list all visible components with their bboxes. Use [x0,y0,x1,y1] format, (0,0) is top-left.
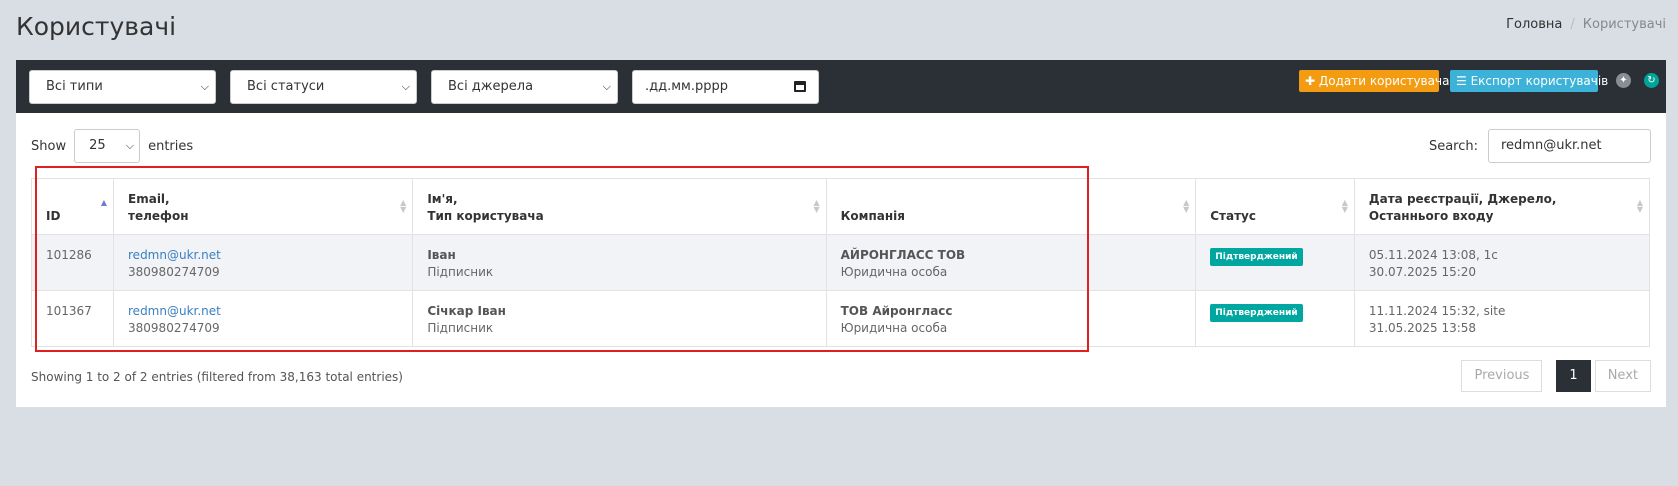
list-icon: ☰ [1456,74,1467,88]
registered-date: 11.11.2024 15:32, site [1368,304,1506,318]
entries-length-value: 25 [89,138,106,153]
company-name: АЙРОНГЛАСС ТОВ [840,248,966,262]
export-users-label: Експорт користувачів [1470,74,1609,88]
export-users-button[interactable]: ☰ Експорт користувачів [1450,70,1608,92]
phone-text: 380980274709 [128,265,220,279]
chevron-down-icon: ⌵ [401,80,410,93]
breadcrumb-current: Користувачі [1582,17,1666,32]
type-filter-select[interactable]: Всі типи ⌵ [29,70,216,104]
refresh-icon[interactable]: ↻ [1644,73,1659,88]
column-header-label: Дата реєстрації, Джерело, [1368,192,1557,206]
column-header-label: Email, [128,192,170,206]
table-header-row: ID ▲ Email, телефон ▲ ▼ Ім'я, Тип користу… [30,178,1651,235]
breadcrumb-separator: / [1570,17,1575,32]
source-filter-select[interactable]: Всі джерела ⌵ [431,70,618,104]
cell-id: 101286 [30,234,115,291]
sort-asc-icon: ▲ [100,198,108,207]
sort-icon: ▲ ▼ [1341,198,1348,214]
entries-length-control: Show 25 ⌵ entries [31,129,193,163]
table-info: Showing 1 to 2 of 2 entries (filtered fr… [31,370,403,384]
column-header-label: Статус [1210,209,1256,223]
table-row[interactable]: 101286 redmn@ukr.net 380980274709 Іван П… [30,234,1651,291]
fullscreen-icon[interactable]: ✦ [1616,73,1631,88]
user-name: Січкар Іван [427,304,506,318]
cell-email: redmn@ukr.net 380980274709 [113,290,414,347]
breadcrumb-home-link[interactable]: Головна [1506,17,1562,32]
status-filter-select[interactable]: Всі статуси ⌵ [230,70,417,104]
cell-email: redmn@ukr.net 380980274709 [113,234,414,291]
plus-icon: ✚ [1305,74,1316,88]
sort-icon: ▲ ▼ [1636,198,1643,214]
users-table: ID ▲ Email, телефон ▲ ▼ Ім'я, Тип користу… [30,178,1651,347]
column-header-status[interactable]: Статус ▲ ▼ [1195,178,1355,235]
page-1-button[interactable]: 1 [1556,360,1591,392]
add-user-label: Додати користувача [1318,74,1450,88]
column-header-id[interactable]: ID ▲ [30,178,115,235]
sort-icon: ▲ ▼ [1183,198,1190,214]
pagination: Previous 1 Next [1461,360,1651,392]
email-link[interactable]: redmn@ukr.net [128,247,398,264]
column-header-email[interactable]: Email, телефон ▲ ▼ [113,178,414,235]
cell-status: Підтверджений [1195,290,1355,347]
breadcrumb: Головна / Користувачі [1506,17,1666,32]
cell-company: ТОВ Айронгласс Юридична особа [825,290,1197,347]
status-badge: Підтверджений [1210,248,1303,266]
search-input[interactable]: redmn@ukr.net [1488,129,1651,163]
company-name: ТОВ Айронгласс [840,304,953,318]
user-type: Підписник [427,321,494,335]
next-page-button[interactable]: Next [1594,360,1651,392]
page-title: Користувачі [16,12,177,41]
source-filter-value: Всі джерела [448,79,534,94]
column-header-label: телефон [128,209,189,223]
column-header-label: Тип користувача [427,209,544,223]
user-type: Підписник [427,265,494,279]
column-header-date[interactable]: Дата реєстрації, Джерело, Останнього вхо… [1353,178,1651,235]
cell-company: АЙРОНГЛАСС ТОВ Юридична особа [825,234,1197,291]
cell-id: 101367 [30,290,115,347]
sort-icon: ▲ ▼ [813,198,820,214]
column-header-label: Ім'я, [427,192,458,206]
cell-date: 05.11.2024 13:08, 1c 30.07.2025 15:20 [1353,234,1651,291]
date-filter-input[interactable]: .дд.мм.рррр [632,70,819,104]
previous-page-button[interactable]: Previous [1461,360,1543,392]
status-filter-value: Всі статуси [247,79,325,94]
cell-status: Підтверджений [1195,234,1355,291]
company-type: Юридична особа [840,265,948,279]
column-header-name[interactable]: Ім'я, Тип користувача ▲ ▼ [412,178,827,235]
chevron-down-icon: ⌵ [602,80,611,93]
calendar-icon[interactable] [794,81,806,92]
chevron-down-icon: ⌵ [200,80,209,93]
search-label: Search: [1428,138,1478,154]
user-name: Іван [427,248,456,262]
phone-text: 380980274709 [128,321,220,335]
show-label: Show [31,138,67,154]
users-table-panel: Show 25 ⌵ entries Search: redmn@ukr.net … [16,113,1666,407]
type-filter-value: Всі типи [46,79,103,94]
column-header-label: ID [46,209,61,223]
sort-icon: ▲ ▼ [400,198,407,214]
entries-length-select[interactable]: 25 ⌵ [74,129,141,163]
search-control: Search: redmn@ukr.net [1429,129,1651,163]
last-login-date: 31.05.2025 13:58 [1368,321,1477,335]
company-type: Юридична особа [840,321,948,335]
table-row[interactable]: 101367 redmn@ukr.net 380980274709 Січкар… [30,290,1651,347]
filter-toolbar: Всі типи ⌵ Всі статуси ⌵ Всі джерела ⌵ .… [16,60,1666,113]
column-header-label: Останнього входу [1368,209,1494,223]
cell-date: 11.11.2024 15:32, site 31.05.2025 13:58 [1353,290,1651,347]
add-user-button[interactable]: ✚ Додати користувача [1299,70,1449,92]
email-link[interactable]: redmn@ukr.net [128,303,398,320]
cell-name: Січкар Іван Підписник [412,290,827,347]
last-login-date: 30.07.2025 15:20 [1368,265,1477,279]
chevron-down-icon: ⌵ [125,139,135,152]
column-header-company[interactable]: Компанія ▲ ▼ [825,178,1197,235]
cell-name: Іван Підписник [412,234,827,291]
column-header-label: Компанія [840,209,905,223]
registered-date: 05.11.2024 13:08, 1c [1368,248,1498,262]
entries-label: entries [148,138,194,154]
status-badge: Підтверджений [1210,304,1303,322]
date-filter-placeholder: .дд.мм.рррр [645,79,728,94]
